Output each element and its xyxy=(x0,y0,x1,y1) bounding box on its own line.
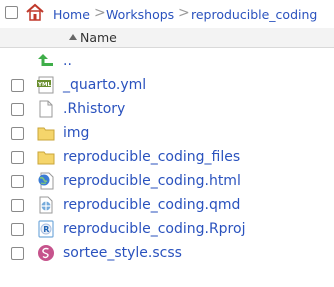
breadcrumb-current[interactable]: reproducible_coding xyxy=(191,7,317,22)
go-up-icon[interactable] xyxy=(37,52,55,70)
row-checkbox[interactable] xyxy=(11,151,24,164)
file-name[interactable]: .. xyxy=(63,53,72,69)
file-name[interactable]: _quarto.yml xyxy=(63,77,146,93)
file-name[interactable]: reproducible_coding.Rproj xyxy=(63,221,245,237)
rproj-file-icon: R xyxy=(38,220,54,238)
qmd-file-icon xyxy=(39,196,53,214)
row-checkbox[interactable] xyxy=(11,199,24,212)
file-name[interactable]: .Rhistory xyxy=(63,101,125,117)
breadcrumb: Home > Workshops > reproducible_coding xyxy=(0,0,334,29)
yml-file-icon: YML xyxy=(37,76,54,94)
file-row[interactable]: .Rhistory xyxy=(0,97,334,121)
breadcrumb-workshops[interactable]: Workshops xyxy=(106,7,174,22)
select-all-checkbox[interactable] xyxy=(5,6,18,19)
name-column-header[interactable]: Name xyxy=(80,30,117,45)
file-row[interactable]: reproducible_coding.qmd xyxy=(0,193,334,217)
home-icon[interactable] xyxy=(25,3,45,21)
folder-icon xyxy=(37,127,55,141)
scss-file-icon xyxy=(38,245,54,261)
files-pane: Home > Workshops > reproducible_coding N… xyxy=(0,0,334,287)
file-row[interactable]: YML _quarto.yml xyxy=(0,73,334,97)
row-checkbox[interactable] xyxy=(11,247,24,260)
file-name[interactable]: sortee_style.scss xyxy=(63,245,182,261)
row-checkbox[interactable] xyxy=(11,103,24,116)
file-row[interactable]: reproducible_coding_files xyxy=(0,145,334,169)
svg-text:YML: YML xyxy=(37,82,51,88)
file-row[interactable]: R reproducible_coding.Rproj xyxy=(0,217,334,241)
file-name[interactable]: reproducible_coding.html xyxy=(63,173,241,189)
column-header: Name xyxy=(0,28,334,48)
text-file-icon xyxy=(39,100,53,118)
row-checkbox[interactable] xyxy=(11,223,24,236)
row-checkbox[interactable] xyxy=(11,127,24,140)
row-checkbox[interactable] xyxy=(11,79,24,92)
folder-icon xyxy=(37,151,55,165)
breadcrumb-home[interactable]: Home xyxy=(53,7,90,22)
row-checkbox[interactable] xyxy=(11,175,24,188)
file-row[interactable]: sortee_style.scss xyxy=(0,241,334,265)
file-name[interactable]: reproducible_coding.qmd xyxy=(63,197,240,213)
file-name[interactable]: reproducible_coding_files xyxy=(63,149,240,165)
file-row[interactable]: img xyxy=(0,121,334,145)
sort-ascending-icon[interactable] xyxy=(68,32,78,42)
breadcrumb-separator: > xyxy=(178,5,190,21)
svg-text:R: R xyxy=(43,225,49,234)
file-row-parent[interactable]: .. xyxy=(0,49,334,73)
html-file-icon xyxy=(38,172,54,190)
breadcrumb-separator: > xyxy=(94,5,106,21)
file-row[interactable]: reproducible_coding.html xyxy=(0,169,334,193)
file-name[interactable]: img xyxy=(63,125,89,141)
